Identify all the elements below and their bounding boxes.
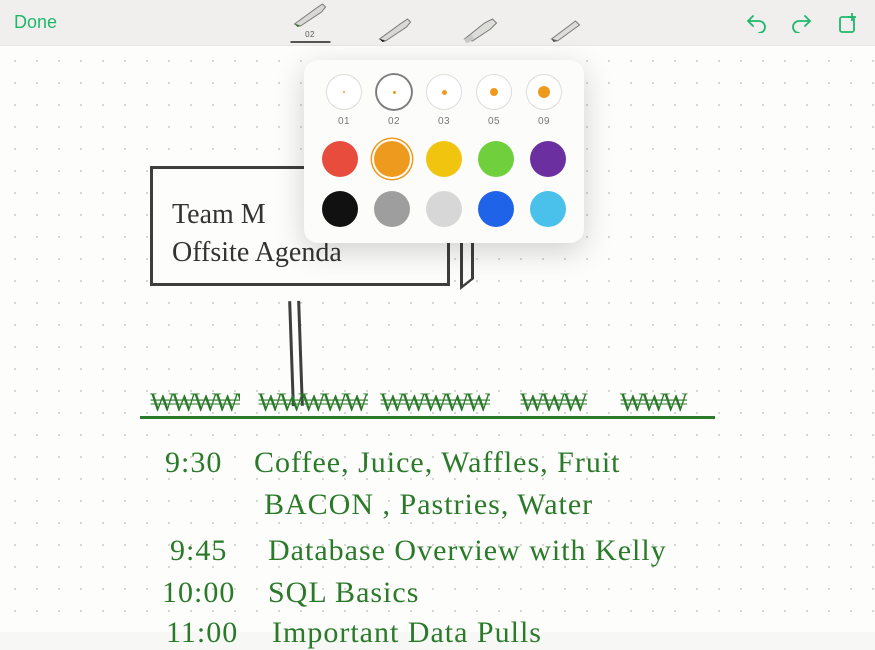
pen-tool-highlighter[interactable] <box>460 17 500 43</box>
agenda-text: SQL Basics <box>268 576 419 610</box>
color-swatch-orange[interactable] <box>374 141 410 177</box>
agenda-text: Coffee, Juice, Waffles, Fruit <box>254 446 621 480</box>
thickness-row: 01 02 03 05 09 <box>320 74 568 127</box>
thickness-label: 09 <box>538 116 550 127</box>
agenda-time: 10:00 <box>162 576 235 610</box>
thickness-label: 02 <box>388 116 400 127</box>
color-swatch-yellow[interactable] <box>426 141 462 177</box>
agenda-time: 9:45 <box>170 534 227 568</box>
thickness-label: 03 <box>438 116 450 127</box>
color-swatch-red[interactable] <box>322 141 358 177</box>
agenda-time: 9:30 <box>165 446 222 480</box>
grass-tuft: ₩₩₩ <box>520 388 590 422</box>
grass-tuft: ₩₩₩₩₩ <box>150 388 240 422</box>
toolbar: Done 02 <box>0 0 875 46</box>
color-swatch-purple[interactable] <box>530 141 566 177</box>
pen-tool-marker-black[interactable] <box>375 17 415 43</box>
thickness-option-01[interactable]: 01 <box>322 74 366 127</box>
thickness-option-05[interactable]: 05 <box>472 74 516 127</box>
agenda-time: 11:00 <box>166 616 238 650</box>
color-row-2 <box>320 191 568 227</box>
pen-tool-marker-green[interactable]: 02 <box>290 2 330 43</box>
color-swatch-green[interactable] <box>478 141 514 177</box>
toolbar-right-cluster <box>745 12 875 34</box>
redo-button[interactable] <box>791 13 813 33</box>
thickness-option-03[interactable]: 03 <box>422 74 466 127</box>
agenda-text: Database Overview with Kelly <box>268 534 667 568</box>
grass-tuft: ₩₩₩ <box>620 388 690 422</box>
done-button[interactable]: Done <box>0 12 71 33</box>
pen-tool-pencil[interactable] <box>545 17 585 43</box>
thickness-label: 01 <box>338 116 350 127</box>
grass-tuft: ₩₩₩₩₩₩ <box>380 388 490 422</box>
color-swatch-skyblue[interactable] <box>530 191 566 227</box>
grass-tuft: ₩₩₩₩₩₩ <box>258 388 368 422</box>
thickness-option-09[interactable]: 09 <box>522 74 566 127</box>
pen-options-popover: 01 02 03 05 09 <box>304 60 584 243</box>
color-swatch-lightgray[interactable] <box>426 191 462 227</box>
pen-size-label: 02 <box>305 30 315 39</box>
undo-button[interactable] <box>745 13 767 33</box>
color-row-1 <box>320 141 568 177</box>
sign-line1: Team M <box>172 199 266 230</box>
pen-tool-cluster: 02 <box>290 2 585 43</box>
thickness-option-02[interactable]: 02 <box>372 74 416 127</box>
new-page-button[interactable] <box>837 12 857 34</box>
color-swatch-black[interactable] <box>322 191 358 227</box>
thickness-label: 05 <box>488 116 500 127</box>
color-swatch-gray[interactable] <box>374 191 410 227</box>
agenda-text: BACON , Pastries, Water <box>264 488 593 522</box>
agenda-text: Important Data Pulls <box>272 616 542 650</box>
color-swatch-blue[interactable] <box>478 191 514 227</box>
